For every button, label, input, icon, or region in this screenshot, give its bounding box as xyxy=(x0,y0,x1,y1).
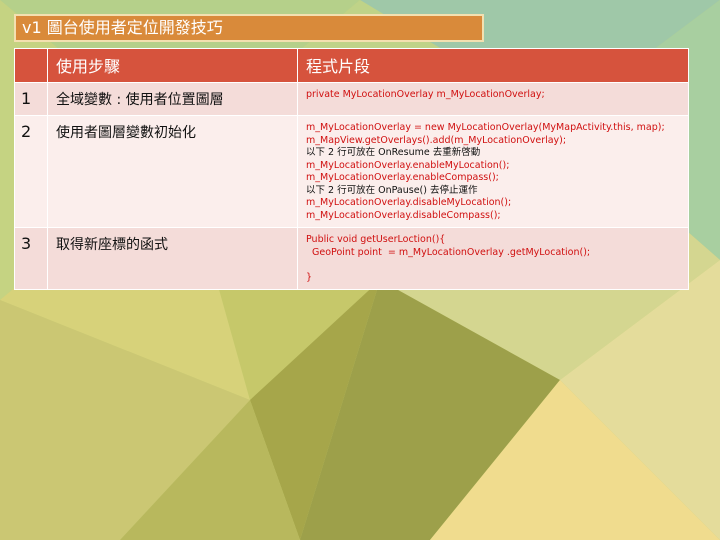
table-row: 3 取得新座標的函式 Public void getUserLoction(){ G… xyxy=(14,227,689,290)
code-line: m_MyLocationOverlay.disableCompass(); xyxy=(306,209,501,221)
code-line: m_MyLocationOverlay = new MyLocationOver… xyxy=(306,122,665,133)
code-line: GeoPoint point = m_MyLocationOverlay .ge… xyxy=(306,246,591,258)
step-description: 使用者圖層變數初始化 xyxy=(47,115,298,228)
code-line: } xyxy=(306,271,313,283)
step-number: 1 xyxy=(14,82,48,116)
code-line: m_MyLocationOverlay.enableCompass(); xyxy=(306,172,499,183)
code-line: Public void getUserLoction(){ xyxy=(306,234,446,245)
table-row: 1 全域變數 : 使用者位置圖層 private MyLocationOverlay… xyxy=(14,82,689,116)
code-line: private MyLocationOverlay m_MyLocationOv… xyxy=(306,89,545,100)
table-header-row: 使用步驟 程式片段 xyxy=(14,48,689,83)
slide-title: v1 圖台使用者定位開發技巧 xyxy=(14,14,484,42)
step-description: 全域變數 : 使用者位置圖層 xyxy=(47,82,298,116)
code-snippet: private MyLocationOverlay m_MyLocationOv… xyxy=(297,82,689,116)
table-row: 2 使用者圖層變數初始化 m_MyLocationOverlay = new MyL… xyxy=(14,115,689,228)
code-snippet: Public void getUserLoction(){ GeoPoint p… xyxy=(297,227,689,290)
code-line: m_MyLocationOverlay.enableMyLocation(); xyxy=(306,159,510,171)
steps-table: 使用步驟 程式片段 1 全域變數 : 使用者位置圖層 private MyLocat… xyxy=(14,48,689,290)
step-number: 2 xyxy=(14,115,48,228)
header-empty xyxy=(14,48,48,83)
code-snippet: m_MyLocationOverlay = new MyLocationOver… xyxy=(297,115,689,228)
header-code: 程式片段 xyxy=(297,48,689,83)
code-line: m_MyLocationOverlay.disableMyLocation(); xyxy=(306,197,512,208)
code-line: 以下 2 行可放在 OnPause() 去停止運作 xyxy=(306,184,478,196)
header-steps: 使用步驟 xyxy=(47,48,298,83)
step-number: 3 xyxy=(14,227,48,290)
code-line: m_MapView.getOverlays().add(m_MyLocation… xyxy=(306,134,567,146)
step-description: 取得新座標的函式 xyxy=(47,227,298,290)
code-line: 以下 2 行可放在 OnResume 去重新啓動 xyxy=(306,147,481,158)
